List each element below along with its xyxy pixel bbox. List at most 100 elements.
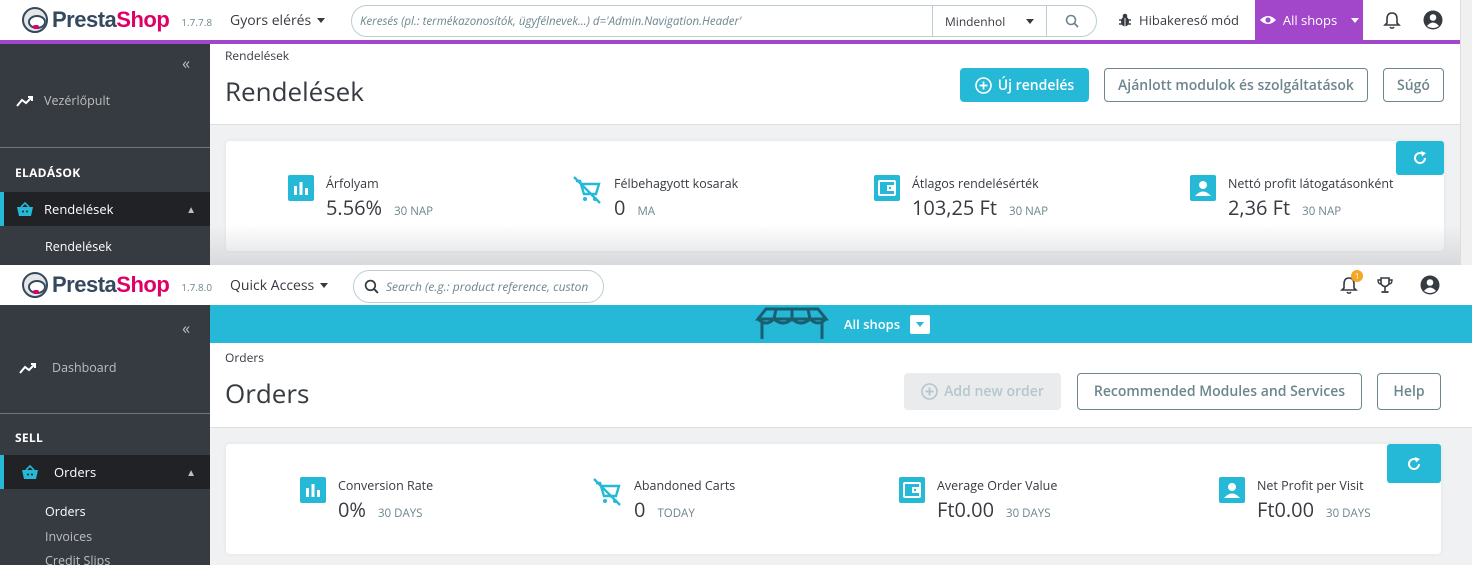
screenshot-1-hungarian: PrestaShop 1.7.7.8 Gyors elérés Mindenho… <box>0 0 1472 265</box>
new-order-button[interactable]: Új rendelés <box>960 68 1089 102</box>
shop-context-bar: All shops <box>210 305 1472 343</box>
kpi-label: Net Profit per Visit <box>1257 477 1364 494</box>
screenshot-2-english: PrestaShop 1.7.8.0 Quick Access 1 All sh… <box>0 265 1472 565</box>
sidebar-nav: « Dashboard SELL Orders ▲ Orders Invoice… <box>0 305 210 565</box>
scrollbar[interactable] <box>1460 0 1472 265</box>
brand-name-b: Shop <box>116 7 170 32</box>
sidebar-subitem-orders[interactable]: Rendelések <box>45 238 112 255</box>
sidebar-item-label: Orders <box>54 463 97 481</box>
sidebar-section-title: SELL <box>15 429 44 446</box>
page-header: Orders Orders Add new order Recommended … <box>210 343 1472 428</box>
sidebar-item-label: Dashboard <box>52 359 117 376</box>
button-label: Új rendelés <box>997 75 1075 95</box>
shop-context-dropdown[interactable] <box>910 314 931 334</box>
refresh-icon <box>1414 151 1427 164</box>
recommended-modules-button[interactable]: Recommended Modules and Services <box>1077 373 1362 410</box>
add-circle-icon <box>974 76 992 94</box>
refresh-kpi-button[interactable] <box>1387 444 1441 483</box>
prestashop-logo[interactable]: PrestaShop <box>22 7 170 33</box>
employee-menu-button[interactable] <box>1423 10 1443 30</box>
sidebar-item-label: Rendelések <box>44 200 114 218</box>
storefront-icon <box>754 307 830 339</box>
breadcrumb[interactable]: Orders <box>225 349 264 366</box>
button-label: Súgó <box>1397 75 1430 95</box>
button-label: Help <box>1393 382 1425 401</box>
version-label: 1.7.8.0 <box>181 280 213 294</box>
kpi-conversion: Árfolyam 5.56% 30 NAP <box>288 175 433 221</box>
sidebar-subitem-invoices[interactable]: Invoices <box>45 528 92 545</box>
version-label: 1.7.7.8 <box>181 15 213 29</box>
collapse-menu-icon[interactable]: « <box>182 317 190 339</box>
puffin-logo-icon <box>22 7 48 33</box>
quick-access-dropdown[interactable]: Gyors elérés <box>230 10 326 30</box>
notifications-button[interactable] <box>1382 10 1402 30</box>
bottom-shadow <box>210 225 1472 265</box>
basket-icon <box>22 464 38 479</box>
help-button[interactable]: Súgó <box>1383 68 1444 102</box>
kpi-label: Nettó profit látogatásonként <box>1228 175 1394 192</box>
kpi-period: 30 NAP <box>1302 204 1342 219</box>
employee-menu-button[interactable] <box>1420 275 1440 295</box>
puffin-logo-icon <box>22 272 48 298</box>
caret-down-icon <box>1351 17 1360 23</box>
trophy-icon <box>1377 276 1393 293</box>
recommended-modules-button[interactable]: Ajánlott modulok és szolgáltatások <box>1104 68 1368 102</box>
sidebar-item-orders[interactable]: Orders ▲ <box>0 455 210 489</box>
sidebar-item-dashboard[interactable]: Dashboard <box>0 359 210 376</box>
bar-chart-icon <box>288 175 314 201</box>
kpi-value: 103,25 Ft <box>912 194 997 221</box>
kpi-value: 0 <box>614 194 626 221</box>
shop-context-label: All shops <box>843 315 901 333</box>
kpi-net-profit: Nettó profit látogatásonként 2,36 Ft 30 NA… <box>1190 175 1394 221</box>
kpi-period: TODAY <box>657 506 695 521</box>
kpi-label: Félbehagyott kosarak <box>614 175 739 192</box>
kpi-label: Conversion Rate <box>338 477 434 494</box>
quick-access-dropdown[interactable]: Quick Access <box>230 276 329 295</box>
add-circle-icon <box>921 383 938 400</box>
account-box-icon <box>1219 477 1245 503</box>
bell-icon <box>1383 11 1401 29</box>
debug-mode-label: Hibakereső mód <box>1139 11 1239 29</box>
sidebar-divider <box>0 147 210 148</box>
caret-down-icon <box>320 282 329 288</box>
sidebar-item-label: Vezérlőpult <box>44 92 111 109</box>
chevron-up-icon: ▲ <box>186 465 196 479</box>
collapse-menu-icon[interactable]: « <box>182 52 190 74</box>
account-box-icon <box>1190 175 1216 201</box>
kpi-period: 30 NAP <box>1009 204 1048 219</box>
sidebar-item-dashboard[interactable]: Vezérlőpult <box>0 92 210 109</box>
user-avatar-icon <box>1423 10 1443 30</box>
kpi-period: 30 DAYS <box>1006 506 1051 521</box>
wallet-icon <box>874 175 900 201</box>
caret-down-icon <box>1026 18 1034 24</box>
kpi-label: Abandoned Carts <box>634 477 736 494</box>
search-input[interactable] <box>386 278 591 295</box>
bug-icon <box>1119 13 1131 27</box>
button-label: Recommended Modules and Services <box>1093 382 1346 401</box>
refresh-kpi-button[interactable] <box>1396 141 1444 175</box>
help-button[interactable]: Help <box>1377 373 1441 410</box>
sidebar-subitem-credit-slips[interactable]: Credit Slips <box>45 552 110 565</box>
search-scope-dropdown[interactable]: Mindenhol <box>932 6 1046 36</box>
add-new-order-button[interactable]: Add new order <box>904 373 1061 410</box>
sidebar-item-orders[interactable]: Rendelések ▲ <box>0 192 210 226</box>
quick-access-label: Gyors elérés <box>230 10 312 30</box>
kpi-value: Ft0.00 <box>937 496 995 523</box>
brand-name-a: Presta <box>52 7 117 32</box>
search-button[interactable] <box>1046 6 1096 36</box>
kpi-value: Ft0.00 <box>1257 496 1315 523</box>
sidebar-subitem-orders[interactable]: Orders <box>45 503 86 520</box>
trophy-button[interactable] <box>1375 275 1395 295</box>
kpi-abandoned-carts: Félbehagyott kosarak 0 MA <box>572 175 738 221</box>
kpi-period: 30 DAYS <box>377 506 423 521</box>
search-input[interactable] <box>352 6 932 36</box>
kpi-label: Average Order Value <box>937 477 1058 494</box>
notification-count-badge: 1 <box>1351 270 1363 282</box>
user-avatar-icon <box>1420 275 1440 295</box>
caret-down-icon <box>916 321 925 327</box>
breadcrumb[interactable]: Rendelések <box>225 47 289 64</box>
prestashop-logo[interactable]: PrestaShop <box>22 272 170 298</box>
shop-selector[interactable]: All shops <box>1255 0 1363 40</box>
kpi-label: Átlagos rendelésérték <box>912 175 1039 192</box>
debug-mode-link[interactable]: Hibakereső mód <box>1117 11 1239 29</box>
